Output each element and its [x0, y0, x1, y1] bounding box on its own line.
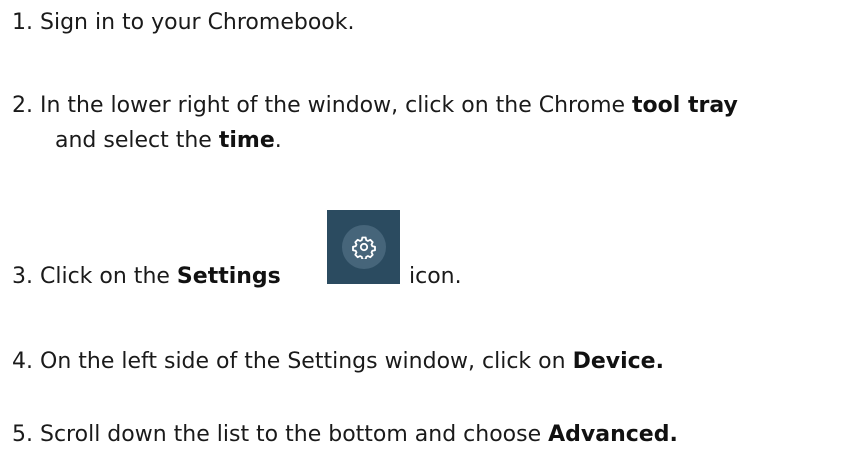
- step-2: 2. In the lower right of the window, cli…: [12, 91, 738, 121]
- settings-icon-tile: [327, 210, 400, 284]
- step-emphasis: Advanced.: [548, 422, 678, 447]
- step-text: and select the: [55, 128, 219, 153]
- step-emphasis: time: [218, 128, 275, 153]
- step-number: 4.: [12, 349, 33, 374]
- step-5: 5. Scroll down the list to the bottom an…: [12, 420, 678, 450]
- step-number: 1.: [12, 10, 33, 35]
- step-emphasis: Settings: [176, 264, 281, 289]
- step-number: 5.: [12, 422, 33, 447]
- step-text: .: [274, 128, 282, 153]
- step-4: 4. On the left side of the Settings wind…: [12, 347, 664, 377]
- step-3-after-icon: icon.: [409, 262, 462, 292]
- step-text: Click on the: [40, 264, 177, 289]
- step-emphasis: Device.: [572, 349, 664, 374]
- settings-gear-icon: [351, 236, 376, 259]
- step-number: 3.: [12, 264, 33, 289]
- step-text: icon.: [409, 264, 462, 289]
- step-3: 3. Click on the Settings: [12, 262, 281, 292]
- step-1: 1. Sign in to your Chromebook.: [12, 8, 354, 38]
- step-text: Scroll down the list to the bottom and c…: [40, 422, 549, 447]
- step-text: Sign in to your Chromebook.: [40, 10, 355, 35]
- step-number: 2.: [12, 93, 33, 118]
- step-2-continued: and select the time.: [55, 126, 282, 156]
- step-text: In the lower right of the window, click …: [40, 93, 633, 118]
- settings-icon-circle: [341, 225, 386, 269]
- step-text: On the left side of the Settings window,…: [40, 349, 573, 374]
- step-emphasis: tool tray: [632, 93, 738, 118]
